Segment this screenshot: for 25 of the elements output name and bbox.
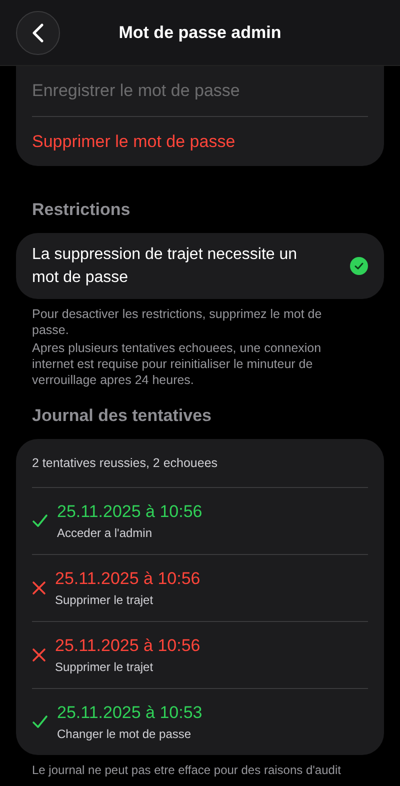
cross-icon <box>32 648 46 662</box>
attempt-time: 25.11.2025 à 10:56 <box>55 568 200 588</box>
attempt-time: 25.11.2025 à 10:53 <box>57 702 202 722</box>
restriction-row[interactable]: La suppression de trajet necessite un mot de passe <box>16 232 384 298</box>
footnote-text: Le journal ne peut pas etre efface pour des raisons d'audit <box>31 762 342 778</box>
checkmark-icon <box>32 715 48 729</box>
cross-icon <box>32 581 46 595</box>
section-heading: Journal des tentatives <box>31 404 213 426</box>
attempt-action: Supprimer le trajet <box>55 658 154 676</box>
summary-text: 2 tentatives reussies, 2 echouees <box>32 454 219 472</box>
checkmark-icon <box>32 514 48 528</box>
action-row[interactable]: Supprimer le mot de passe <box>32 116 368 166</box>
attempt-time: 25.11.2025 à 10:56 <box>55 634 200 656</box>
attempt-time: 25.11.2025 à 10:56 <box>57 500 202 522</box>
footnote-text: Pour desactiver les restrictions, supprimez le mot de passe. <box>32 306 323 338</box>
back-icon <box>32 22 44 42</box>
restriction-label: La suppression de trajet necessite un mot de passe <box>32 244 298 288</box>
attempt-action: Changer le mot de passe <box>57 726 192 742</box>
footnote-text: Apres plusieurs tentatives echouees, une connexion internet est requise pour reinitialiser le minuteur de verrouillage apres 24 heures. <box>32 340 322 388</box>
page-title: Mot de passe admin <box>118 22 282 44</box>
attempt-action: Supprimer le trajet <box>55 592 154 608</box>
back-button[interactable] <box>16 10 60 54</box>
section-heading: Restrictions <box>31 199 132 221</box>
checkbox-checked-icon[interactable] <box>350 256 368 274</box>
attempt-action: Acceder a l'admin <box>57 524 154 542</box>
